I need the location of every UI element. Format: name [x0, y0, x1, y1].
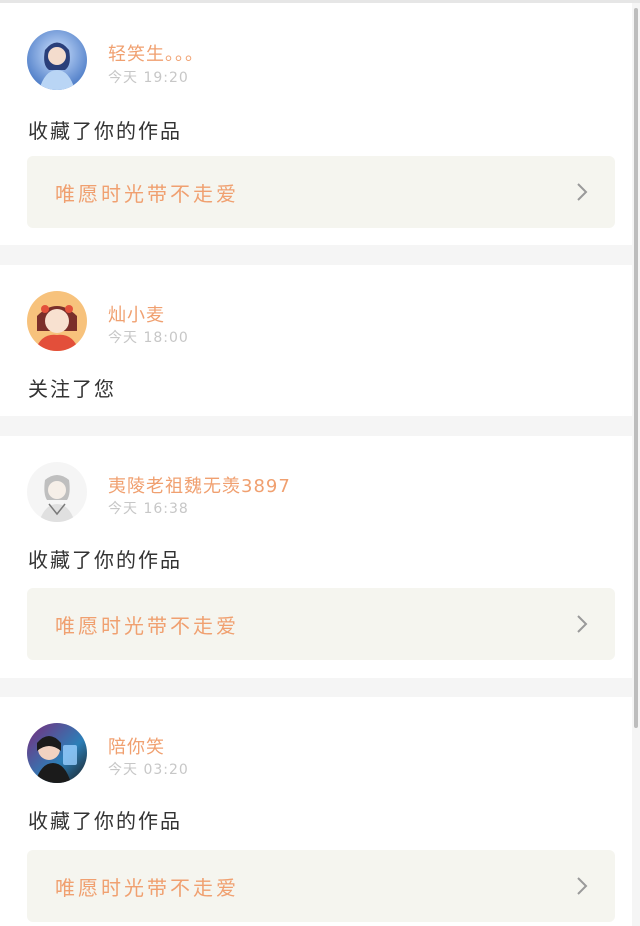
activity-text: 收藏了你的作品 [28, 548, 182, 572]
activity-text: 关注了您 [28, 377, 116, 401]
activity-text: 收藏了你的作品 [28, 809, 182, 833]
chevron-right-icon [575, 876, 589, 896]
chevron-right-icon [575, 182, 589, 202]
work-title: 唯愿时光带不走爱 [55, 614, 239, 638]
work-link[interactable]: 唯愿时光带不走爱 [27, 588, 615, 660]
notification-card: 陪你笑 今天 03:20 收藏了你的作品 唯愿时光带不走爱 [0, 697, 632, 926]
timestamp: 今天 19:20 [108, 70, 189, 86]
notification-card: 轻笑生。。。 今天 19:20 收藏了你的作品 唯愿时光带不走爱 [0, 3, 632, 245]
timestamp: 今天 16:38 [108, 501, 189, 517]
work-link[interactable]: 唯愿时光带不走爱 [27, 156, 615, 228]
notification-card: 夷陵老祖魏无羡3897 今天 16:38 收藏了你的作品 唯愿时光带不走爱 [0, 436, 632, 678]
avatar-image [27, 462, 87, 522]
activity-text: 收藏了你的作品 [28, 119, 182, 143]
chevron-right-icon [575, 614, 589, 634]
scrollbar[interactable] [634, 8, 638, 728]
avatar-image [27, 291, 87, 351]
avatar-image [27, 723, 87, 783]
username[interactable]: 灿小麦 [108, 301, 165, 327]
username[interactable]: 陪你笑 [108, 733, 165, 759]
timestamp: 今天 18:00 [108, 330, 189, 346]
work-link[interactable]: 唯愿时光带不走爱 [27, 850, 615, 922]
username[interactable]: 夷陵老祖魏无羡3897 [108, 472, 291, 498]
timestamp: 今天 03:20 [108, 762, 189, 778]
avatar[interactable] [27, 723, 87, 783]
avatar-image [27, 30, 87, 90]
avatar[interactable] [27, 291, 87, 351]
work-title: 唯愿时光带不走爱 [55, 876, 239, 900]
avatar[interactable] [27, 30, 87, 90]
work-title: 唯愿时光带不走爱 [55, 182, 239, 206]
username[interactable]: 轻笑生。。。 [108, 40, 204, 66]
notification-card: 灿小麦 今天 18:00 关注了您 [0, 265, 632, 416]
avatar[interactable] [27, 462, 87, 522]
